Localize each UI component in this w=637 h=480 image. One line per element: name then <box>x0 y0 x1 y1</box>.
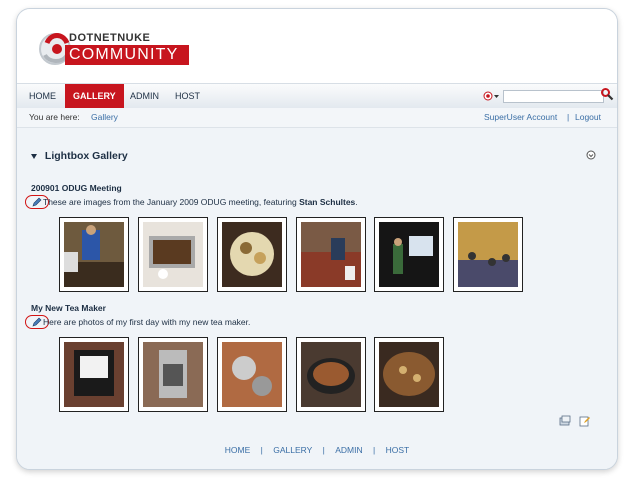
photo-audience <box>458 222 518 287</box>
gallery-thumbnail[interactable] <box>453 217 523 292</box>
settings-icon[interactable] <box>586 150 596 160</box>
footer-home[interactable]: HOME <box>225 445 251 455</box>
user-separator: | <box>567 112 570 122</box>
footer-separator: | <box>373 445 376 455</box>
edit-pencil-icon[interactable] <box>31 316 43 328</box>
album-description-tea-maker: Here are photos of my first day with my … <box>43 317 251 327</box>
content-pane: Lightbox Gallery 200901 ODUG Meeting The… <box>17 128 617 469</box>
gallery-thumbnail[interactable] <box>138 217 208 292</box>
gallery-thumbnail[interactable] <box>138 337 208 412</box>
gallery-thumbnail[interactable] <box>59 337 129 412</box>
module-header[interactable]: Lightbox Gallery <box>31 150 128 162</box>
gallery-thumbnail[interactable] <box>374 337 444 412</box>
logout-link[interactable]: Logout <box>575 112 601 122</box>
breadcrumb: You are here: Gallery SuperUser Account … <box>17 108 617 128</box>
footer-separator: | <box>260 445 263 455</box>
module-title: Lightbox Gallery <box>44 150 128 162</box>
edit-module-icon[interactable] <box>579 415 591 427</box>
breadcrumb-link-gallery[interactable]: Gallery <box>91 112 118 122</box>
main-navbar: HOME GALLERY ADMIN HOST <box>17 83 617 109</box>
search-input[interactable] <box>503 90 604 103</box>
logo-title-top: DOTNETNUKE <box>69 32 151 44</box>
page-frame: DOTNETNUKE COMMUNITY HOME GALLERY ADMIN … <box>16 8 618 470</box>
photo-tea-parts <box>222 342 282 407</box>
collapse-arrow-icon[interactable] <box>31 153 37 159</box>
gallery-thumbnail[interactable] <box>296 337 366 412</box>
photo-tea-maker-box <box>64 342 124 407</box>
photo-table-people <box>301 222 361 287</box>
footer-gallery[interactable]: GALLERY <box>273 445 312 455</box>
photo-meeting-room <box>64 222 124 287</box>
site-logo[interactable]: DOTNETNUKE COMMUNITY <box>35 23 210 78</box>
photo-cooking-pot <box>301 342 361 407</box>
search-icon[interactable] <box>600 87 614 101</box>
flag-icon[interactable] <box>482 89 502 103</box>
album-description-end: . <box>355 197 358 207</box>
gallery-thumbnail[interactable] <box>374 217 444 292</box>
photo-food-tray <box>143 222 203 287</box>
edit-pencil-icon[interactable] <box>31 196 43 208</box>
gallery-thumbnail[interactable] <box>217 217 287 292</box>
album-title-odug: 200901 ODUG Meeting <box>31 183 122 193</box>
logo-title-bottom: COMMUNITY <box>69 46 179 63</box>
nav-home[interactable]: HOME <box>29 84 56 108</box>
nav-gallery[interactable]: GALLERY <box>65 84 124 108</box>
gallery-thumbnail[interactable] <box>217 337 287 412</box>
photo-tea-maker-unit <box>143 342 203 407</box>
footer-nav: HOME | GALLERY | ADMIN | HOST <box>17 445 617 455</box>
footer-host[interactable]: HOST <box>386 445 410 455</box>
album-title-tea-maker: My New Tea Maker <box>31 303 106 313</box>
footer-separator: | <box>322 445 325 455</box>
photo-food-platter <box>222 222 282 287</box>
photo-presenter <box>379 222 439 287</box>
user-account-link[interactable]: SuperUser Account <box>484 112 557 122</box>
gallery-thumbnail[interactable] <box>59 217 129 292</box>
gallery-thumbnail[interactable] <box>296 217 366 292</box>
header: DOTNETNUKE COMMUNITY <box>17 9 617 83</box>
footer-admin[interactable]: ADMIN <box>335 445 362 455</box>
photo-stew <box>379 342 439 407</box>
album-description-text: These are images from the January 2009 O… <box>43 197 300 207</box>
photo-gallery-icon[interactable] <box>559 415 571 427</box>
nav-admin[interactable]: ADMIN <box>130 84 159 108</box>
nav-host[interactable]: HOST <box>175 84 200 108</box>
album-description-featured: Stan Schultes <box>299 197 356 207</box>
breadcrumb-label: You are here: <box>29 112 80 122</box>
album-description-odug: These are images from the January 2009 O… <box>43 197 358 207</box>
